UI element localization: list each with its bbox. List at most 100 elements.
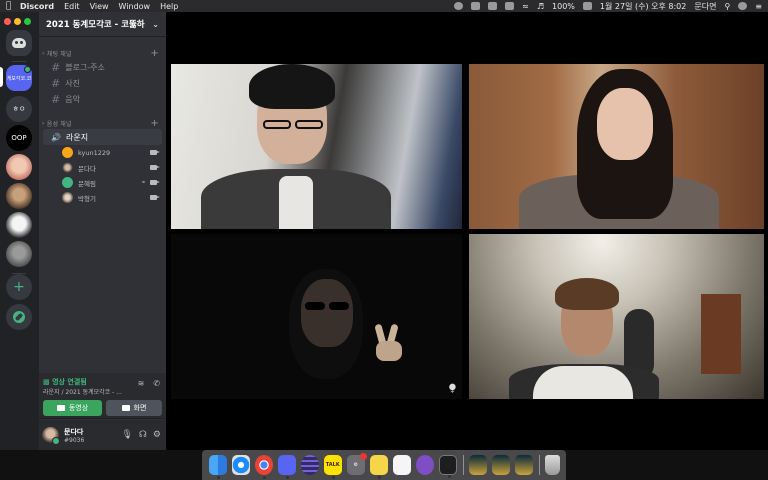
server-item-2[interactable]: ㅎㅇ bbox=[6, 96, 32, 122]
wifi-icon[interactable]: ≈ bbox=[522, 2, 529, 11]
avatar[interactable] bbox=[42, 426, 60, 445]
voice-user[interactable]: 문혜림 ⚭ bbox=[39, 175, 166, 190]
explore-servers-button[interactable] bbox=[6, 304, 32, 330]
battery-icon[interactable] bbox=[582, 2, 592, 10]
volume-icon[interactable]: ♬ bbox=[537, 2, 544, 11]
window-controls bbox=[4, 18, 34, 25]
search-icon[interactable]: ⚲ bbox=[724, 2, 730, 11]
server-avatar-3[interactable] bbox=[6, 212, 32, 238]
shirt bbox=[279, 176, 313, 229]
league-icon-2[interactable] bbox=[492, 455, 511, 475]
voice-channel-lounge[interactable]: 🔊 라운지 bbox=[43, 129, 162, 145]
glasses bbox=[263, 120, 291, 129]
palm bbox=[376, 341, 402, 361]
league-icon-3[interactable] bbox=[515, 455, 534, 475]
voice-user[interactable]: kyun1229 bbox=[39, 145, 166, 160]
server-divider bbox=[12, 61, 26, 62]
terminal-icon[interactable] bbox=[438, 455, 458, 478]
minimize-window-button[interactable] bbox=[14, 18, 21, 25]
menu-edit[interactable]: Edit bbox=[64, 2, 80, 11]
chrome-icon[interactable] bbox=[254, 455, 273, 479]
server-active[interactable]: 게모각코.코 bbox=[6, 65, 32, 91]
menu-app-name[interactable]: Discord bbox=[20, 2, 54, 11]
voice-user-name: 문다다 bbox=[78, 164, 96, 173]
user-name: 문다다 bbox=[64, 427, 84, 436]
noise-suppression-icon[interactable]: ≋ bbox=[138, 379, 145, 388]
close-window-button[interactable] bbox=[4, 18, 11, 25]
menu-bar:  Discord Edit View Window Help ≈ ♬ 100%… bbox=[0, 0, 768, 12]
notes-icon[interactable] bbox=[392, 455, 411, 475]
menu-view[interactable]: View bbox=[90, 2, 109, 11]
camera-icon bbox=[150, 195, 160, 200]
voice-actions: ≋ ✆ bbox=[129, 379, 160, 388]
bluetooth-icon[interactable] bbox=[505, 2, 515, 10]
stickies-icon[interactable] bbox=[369, 455, 388, 479]
menu-help[interactable]: Help bbox=[160, 2, 178, 11]
guild-header[interactable]: 2021 동계모각코 - 코뚫하 ⌄ bbox=[39, 12, 166, 37]
menu-window[interactable]: Window bbox=[119, 2, 151, 11]
video-tile-2[interactable] bbox=[469, 64, 764, 229]
apple-icon[interactable]:  bbox=[6, 1, 20, 11]
mic-icon[interactable]: 🎙 bbox=[121, 430, 132, 440]
server-item-oop[interactable]: OOP bbox=[6, 125, 32, 151]
channel-music[interactable]: # 음악 bbox=[43, 91, 162, 107]
home-button[interactable] bbox=[6, 30, 32, 56]
voice-user[interactable]: 박형기 bbox=[39, 190, 166, 205]
battery-percent[interactable]: 100% bbox=[552, 2, 575, 11]
gear-icon[interactable]: ⚙ bbox=[153, 430, 161, 440]
dock: TALK ⚙ bbox=[202, 450, 566, 480]
app-icon[interactable] bbox=[300, 455, 319, 475]
screen-share-button[interactable]: 화면 bbox=[106, 400, 162, 416]
screen-icon[interactable] bbox=[488, 2, 498, 10]
safari-icon[interactable] bbox=[231, 455, 250, 475]
eye-icon[interactable] bbox=[471, 2, 481, 10]
avatar bbox=[62, 192, 73, 203]
mic-muted-icon: ⧭ bbox=[448, 383, 456, 393]
github-icon[interactable] bbox=[415, 455, 434, 475]
system-preferences-icon[interactable]: ⚙ bbox=[346, 453, 367, 475]
sunglasses bbox=[329, 302, 349, 310]
channel-photos[interactable]: # 사진 bbox=[43, 75, 162, 91]
server-avatar-4[interactable] bbox=[6, 241, 32, 267]
discord-icon[interactable] bbox=[277, 455, 296, 479]
avatar bbox=[62, 162, 73, 173]
disconnect-icon[interactable]: ✆ bbox=[153, 379, 160, 388]
zoom-window-button[interactable] bbox=[24, 18, 31, 25]
category-text[interactable]: › 채팅 채널 + bbox=[39, 47, 166, 59]
voice-user-name: 문혜림 bbox=[78, 179, 96, 188]
league-icon-1[interactable] bbox=[469, 455, 488, 475]
video-button[interactable]: 동영상 bbox=[43, 400, 102, 416]
add-server-button[interactable]: + bbox=[6, 274, 32, 300]
hash-icon: # bbox=[51, 92, 61, 106]
server-avatar-2[interactable] bbox=[6, 183, 32, 209]
active-server-pill bbox=[0, 67, 3, 87]
video-tile-1[interactable] bbox=[171, 64, 462, 229]
glasses bbox=[295, 120, 323, 129]
channel-blog[interactable]: # 블로그-주소 bbox=[43, 59, 162, 75]
siri-icon[interactable] bbox=[738, 2, 748, 10]
video-tile-4[interactable] bbox=[469, 234, 764, 399]
voice-channel-label: 라운지 bbox=[65, 132, 89, 142]
clock[interactable]: 1월 27일 (수) 오후 8:02 bbox=[600, 1, 686, 12]
add-channel-icon[interactable]: + bbox=[150, 118, 159, 129]
voice-status[interactable]: ▩ 영상 연결됨 bbox=[43, 377, 87, 387]
headphones-icon[interactable]: ☊ bbox=[139, 430, 147, 440]
signal-icon: ▩ bbox=[43, 378, 50, 386]
screen-share-label: 화면 bbox=[133, 404, 147, 412]
record-icon[interactable] bbox=[454, 2, 464, 10]
server-badge bbox=[24, 66, 31, 73]
finder-icon[interactable] bbox=[208, 455, 227, 479]
category-voice[interactable]: › 음성 채널 + bbox=[39, 117, 166, 129]
chevron-down-icon: ⌄ bbox=[152, 19, 159, 29]
add-channel-icon[interactable]: + bbox=[150, 48, 159, 59]
server-avatar-1[interactable] bbox=[6, 154, 32, 180]
peace-sign bbox=[371, 323, 405, 361]
trash-icon[interactable] bbox=[545, 455, 560, 475]
control-center-icon[interactable]: ≡ bbox=[755, 2, 762, 11]
avatar bbox=[62, 147, 73, 158]
kakaotalk-icon[interactable]: TALK bbox=[323, 455, 342, 479]
discord-logo-icon bbox=[12, 38, 26, 48]
menubar-user[interactable]: 문다면 bbox=[694, 1, 716, 12]
video-tile-3[interactable]: ⧭ bbox=[171, 234, 462, 399]
voice-user[interactable]: 문다다 bbox=[39, 160, 166, 175]
